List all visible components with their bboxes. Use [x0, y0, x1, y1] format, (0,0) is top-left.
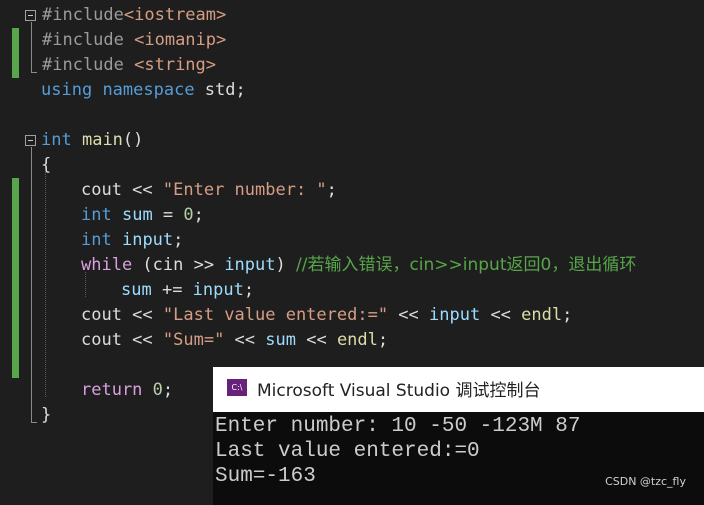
- code-token: return: [81, 380, 143, 400]
- code-token: 0: [183, 205, 194, 225]
- code-token: cout <<: [81, 180, 163, 200]
- code-token: =: [152, 205, 184, 225]
- code-token: <<: [388, 305, 430, 325]
- watermark: CSDN @tzc_fly: [605, 475, 686, 488]
- console-app-icon: C:\: [227, 379, 247, 396]
- code-token: sum: [265, 330, 296, 350]
- code-token: #include: [42, 55, 135, 75]
- collapse-main-function-icon[interactable]: [25, 135, 36, 146]
- code-token: 0: [152, 380, 163, 400]
- console-title-bar[interactable]: C:\ Microsoft Visual Studio 调试控制台: [213, 367, 704, 412]
- code-line-16: return 0;: [81, 378, 173, 403]
- code-token: sum: [121, 205, 153, 225]
- code-line-2: #include <iomanip>: [42, 28, 226, 53]
- console-output-line-3: Sum=-163: [215, 465, 316, 488]
- code-token: input: [121, 230, 174, 250]
- code-token: endl: [521, 305, 563, 325]
- code-token: <<: [480, 305, 522, 325]
- console-output-line-2: Last value entered:=0: [215, 440, 480, 463]
- code-token: input: [224, 255, 276, 275]
- code-line-1: #include<iostream>: [42, 3, 226, 28]
- code-token: (): [122, 130, 144, 150]
- code-token: <iomanip>: [134, 30, 227, 50]
- code-token: std;: [194, 80, 246, 100]
- code-token: input: [429, 305, 481, 325]
- code-line-9: int sum = 0;: [81, 203, 204, 228]
- code-line-8: cout << "Enter number: ";: [81, 178, 337, 203]
- main-scope-line-end: [31, 422, 37, 423]
- code-token: ;: [243, 280, 255, 300]
- code-token: //若输入错误，cin>>input返回0，退出循环: [295, 255, 637, 275]
- code-line-4: using namespace std;: [41, 78, 246, 103]
- console-output-line-1: Enter number: 10 -50 -123M 87: [215, 415, 581, 438]
- collapse-include-block-icon[interactable]: [25, 10, 36, 21]
- code-token: {: [41, 155, 52, 175]
- indent-guide: [45, 172, 46, 397]
- code-token: }: [41, 405, 52, 425]
- code-token: <<: [224, 330, 266, 350]
- code-token: <string>: [134, 55, 217, 75]
- code-token: ;: [562, 305, 573, 325]
- code-line-13: cout << "Last value entered:=" << input …: [81, 303, 572, 328]
- include-scope-line: [31, 22, 32, 72]
- include-scope-line-end: [31, 72, 37, 73]
- code-line-11: while (cin >> input) //若输入错误，cin>>input返…: [81, 253, 636, 278]
- code-token: using: [41, 80, 93, 100]
- code-token: "Last value entered:=": [162, 305, 389, 325]
- code-token: cout <<: [81, 330, 163, 350]
- code-token: ;: [193, 205, 204, 225]
- code-token: cout <<: [81, 305, 163, 325]
- code-token: <<: [295, 330, 337, 350]
- change-indicator-bar: [12, 178, 19, 378]
- code-line-7: {: [41, 153, 51, 178]
- code-token: "Enter number: ": [162, 180, 327, 200]
- code-line-6: int main(): [41, 128, 143, 153]
- code-line-10: int input;: [81, 228, 183, 253]
- code-token: input: [192, 280, 244, 300]
- code-token: ): [275, 255, 296, 275]
- code-token: ;: [162, 380, 174, 400]
- code-token: "Sum=": [162, 330, 225, 350]
- console-title: Microsoft Visual Studio 调试控制台: [257, 381, 541, 401]
- code-token: (cin >>: [132, 255, 225, 275]
- code-token: #include: [42, 5, 124, 25]
- code-token: namespace: [102, 80, 195, 100]
- code-line-12: sum += input;: [121, 278, 254, 303]
- code-token: ;: [173, 230, 184, 250]
- console-output-area[interactable]: Enter number: 10 -50 -123M 87 Last value…: [213, 412, 704, 505]
- code-line-14: cout << "Sum=" << sum << endl;: [81, 328, 388, 353]
- change-indicator-bar: [12, 28, 19, 78]
- code-token: sum: [121, 280, 152, 300]
- code-line-17: }: [41, 403, 51, 428]
- code-token: <iostream>: [123, 5, 227, 25]
- main-scope-line: [31, 147, 32, 422]
- code-token: main: [81, 130, 123, 150]
- code-line-3: #include <string>: [42, 53, 216, 78]
- code-token: endl: [336, 330, 378, 350]
- code-token: ;: [377, 330, 389, 350]
- code-token: #include: [42, 30, 135, 50]
- code-token: +=: [151, 280, 193, 300]
- code-token: int: [41, 130, 72, 150]
- code-token: int: [81, 205, 112, 225]
- code-token: int: [81, 230, 112, 250]
- code-token: while: [81, 255, 133, 275]
- code-token: ;: [326, 180, 337, 200]
